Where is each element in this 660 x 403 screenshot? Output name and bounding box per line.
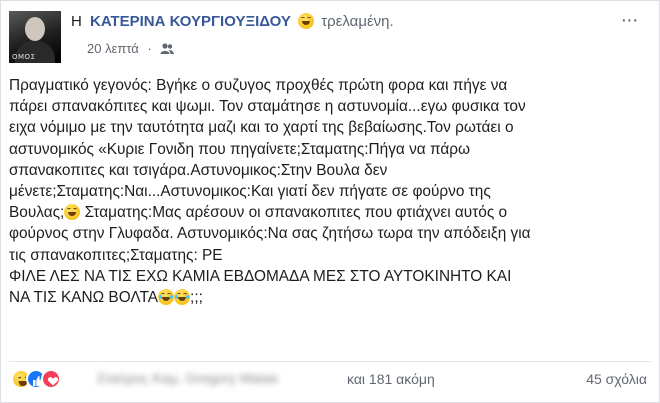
post-text-segment: ΝΑ ΤΙΣ ΚΑΝΩ ΒΟΛΤΑ xyxy=(9,289,159,307)
author-line: Η ΚΑΤΕΡΙΝΑ ΚΟΥΡΓΙΟΥΞΙΔΟΥ τρελαμένη. xyxy=(71,13,394,30)
more-options-icon[interactable]: ··· xyxy=(617,10,641,33)
avatar[interactable]: ΟΜΟΣ xyxy=(9,11,61,63)
post-text-line: Πραγματικό γεγονός: Βγήκε ο συζυγος προχ… xyxy=(9,77,508,94)
post-text-segment: Σταματης:Μας αρέσουν οι σπανακοπιτες που… xyxy=(80,204,508,222)
friends-audience-icon[interactable] xyxy=(160,43,175,58)
love-reaction-icon[interactable] xyxy=(41,369,61,389)
tears-of-joy-emoji-icon xyxy=(174,289,191,306)
comment-count-link[interactable]: 45 σχόλια xyxy=(586,371,647,387)
post-text-line: σπανακοπιτες και τσιγάρα.Αστυνομικος:Στη… xyxy=(9,161,388,179)
reaction-bar: Σταύρος Καμ, Gregory Matas και 181 ακόμη… xyxy=(11,367,651,395)
timestamp-link[interactable]: 20 λεπτά xyxy=(87,41,139,56)
tears-of-joy-emoji-icon xyxy=(158,289,175,306)
post-text-line: τις σπανακοπιτες;Σταματης: ΡΕ xyxy=(9,246,223,264)
post-text-segment: Βουλας; xyxy=(9,204,65,222)
post-header: ΟΜΟΣ Η ΚΑΤΕΡΙΝΑ ΚΟΥΡΓΙΟΥΞΙΔΟΥ τρελαμένη.… xyxy=(9,10,649,63)
reacting-names-blurred[interactable]: Σταύρος Καμ, Gregory Matas xyxy=(97,370,337,387)
footer-divider xyxy=(9,361,651,362)
author-name-link[interactable]: ΚΑΤΕΡΙΝΑ ΚΟΥΡΓΙΟΥΞΙΔΟΥ xyxy=(90,13,291,30)
post-text-line: πάρει σπανακόπιτες και ψωμι. Τον σταμάτη… xyxy=(9,98,526,116)
feeling-text: τρελαμένη. xyxy=(321,13,394,30)
author-prefix: Η xyxy=(71,13,82,30)
post-text-line: ειχα νόμιμο με την ταυτότητα μαζι και το… xyxy=(9,119,514,137)
post-meta: 20 λεπτά · xyxy=(87,41,175,58)
feeling-emoji-icon xyxy=(298,13,315,29)
avatar-tag: ΟΜΟΣ xyxy=(12,53,36,61)
avatar-face xyxy=(25,17,45,41)
post-body: Πραγματικό γεγονός: Βγήκε ο συζυγος προχ… xyxy=(9,75,649,308)
post-text-line: Βουλας; Σταματης:Μας αρέσουν οι σπανακοπ… xyxy=(9,202,649,223)
post-text-line: μένετε;Σταματης:Ναι...Αστυνομικος:Και γι… xyxy=(9,183,491,201)
laughing-emoji-icon xyxy=(64,204,81,221)
post-text-line: ΝΑ ΤΙΣ ΚΑΝΩ ΒΟΛΤΑ;;; xyxy=(9,287,649,308)
post-card: ΟΜΟΣ Η ΚΑΤΕΡΙΝΑ ΚΟΥΡΓΙΟΥΞΙΔΟΥ τρελαμένη.… xyxy=(0,0,660,403)
reaction-count-link[interactable]: και 181 ακόμη xyxy=(347,371,435,387)
meta-separator: · xyxy=(147,41,152,56)
post-text-segment: ;;; xyxy=(190,289,203,307)
post-text-line: φούρνος στην Γλυφαδα. Αστυνομικός:Να σας… xyxy=(9,225,531,243)
post-text-line: ΦΙΛΕ ΛΕΣ ΝΑ ΤΙΣ ΕΧΩ ΚΑΜΙΑ ΕΒΔΟΜΑΔΑ ΜΕΣ Σ… xyxy=(9,267,512,285)
post-text-line: αστυνομικός «Κυριε Γονιδη που πηγαίνετε;… xyxy=(9,140,471,158)
